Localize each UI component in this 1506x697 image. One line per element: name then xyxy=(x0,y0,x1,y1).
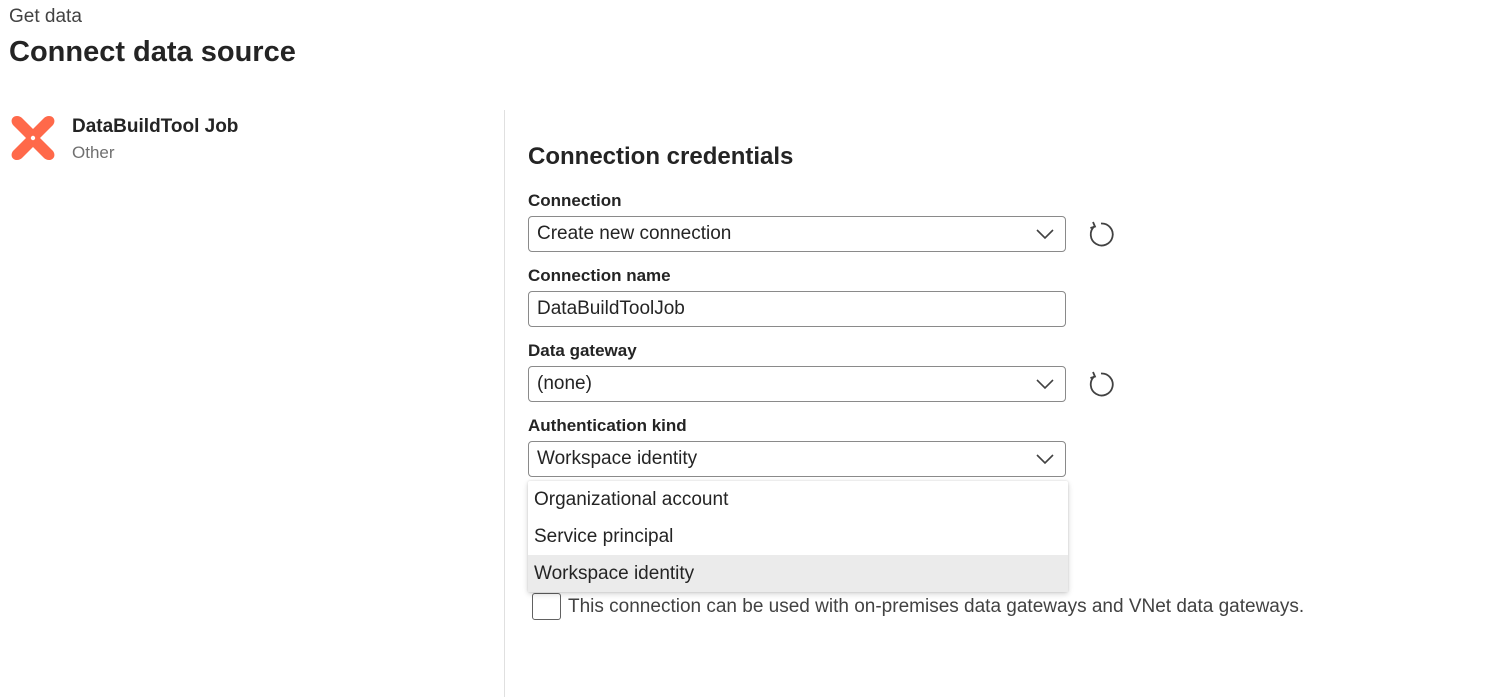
data-gateway-value: (none) xyxy=(537,373,592,394)
page-title: Connect data source xyxy=(9,36,296,68)
panel-divider xyxy=(504,110,505,697)
connection-name-value: DataBuildToolJob xyxy=(537,298,685,319)
authentication-kind-options: Organizational account Service principal… xyxy=(528,481,1068,592)
authentication-kind-label: Authentication kind xyxy=(528,416,687,435)
connection-name-input[interactable]: DataBuildToolJob xyxy=(528,291,1066,327)
chevron-down-icon xyxy=(1036,454,1054,465)
connection-name-label: Connection name xyxy=(528,266,671,285)
refresh-icon[interactable] xyxy=(1086,369,1116,399)
connector-info: DataBuildTool Job Other xyxy=(8,112,238,166)
option-organizational-account[interactable]: Organizational account xyxy=(528,481,1068,518)
chevron-down-icon xyxy=(1036,229,1054,240)
gateway-checkbox[interactable] xyxy=(532,593,561,620)
section-title: Connection credentials xyxy=(528,143,794,170)
authentication-kind-value: Workspace identity xyxy=(537,448,698,469)
connector-category: Other xyxy=(72,143,115,162)
breadcrumb[interactable]: Get data xyxy=(9,6,82,28)
data-gateway-label: Data gateway xyxy=(528,341,637,360)
dbt-logo-icon xyxy=(11,116,55,160)
connector-name: DataBuildTool Job xyxy=(72,116,239,137)
connect-data-source-page: Get data Connect data source DataBuildTo… xyxy=(0,0,1506,697)
gateway-checkbox-label: This connection can be used with on-prem… xyxy=(568,596,1305,617)
data-gateway-dropdown[interactable]: (none) xyxy=(528,366,1066,402)
connection-value: Create new connection xyxy=(537,223,732,244)
connection-label: Connection xyxy=(528,191,622,210)
authentication-kind-dropdown[interactable]: Workspace identity xyxy=(528,441,1066,477)
refresh-icon[interactable] xyxy=(1086,219,1116,249)
option-workspace-identity[interactable]: Workspace identity xyxy=(528,555,1068,592)
chevron-down-icon xyxy=(1036,379,1054,390)
option-service-principal[interactable]: Service principal xyxy=(528,518,1068,555)
connection-dropdown[interactable]: Create new connection xyxy=(528,216,1066,252)
